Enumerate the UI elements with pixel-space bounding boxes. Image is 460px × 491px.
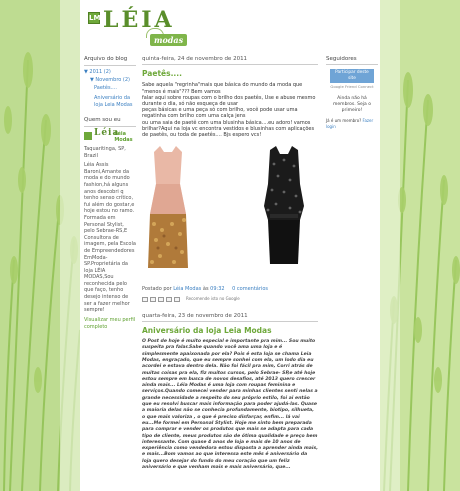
logo-mark: LM [88,12,101,24]
logo-tag: modas [150,34,188,46]
archive-post-link[interactable]: Aniversário da loja Leia Modas [84,95,136,109]
posted-by-label: Postado por [142,286,172,293]
archive-title: Arquivo do blog [84,56,136,66]
dress-photos [148,146,304,269]
no-members-text: Ainda não há membros. Seja o primeiro! [333,96,371,113]
post-line: falar aqui sobre roupas com o brilho dos… [142,94,316,108]
profile-location: Taquaritinga, SP, Brazil [84,146,126,159]
member-question: Já é um membro? Fazer login [326,118,378,130]
about-title: Quem sou eu [84,117,136,127]
archive-month-november[interactable]: ▼ Novembro (2) [84,77,136,84]
author-link[interactable]: Léia Modas [173,286,201,292]
post-2: quarta-feira, 23 de novembro de 2011 Ani… [142,313,318,472]
member-question-text: Já é um membro? [326,118,362,123]
blog-archive: ▼ 2011 (2) ▼ Novembro (2) Paetês.... Ani… [84,69,136,109]
main-content: quinta-feira, 24 de novembro de 2011 Pae… [142,56,318,471]
post-title[interactable]: Paetês.... [142,70,318,78]
post-line: peças básicas e uma peça só com brilho, … [142,107,298,120]
comments-link[interactable]: 0 comentários [232,286,268,292]
post-time-link[interactable]: 09:32 [210,286,224,292]
blog-header: LM LÉIA modas [80,0,380,52]
share-bar: Recomende isto no Google [142,296,318,303]
blog-logo[interactable]: LM LÉIA modas [88,7,198,50]
view-profile-link[interactable]: Visualizar meu perfil completo [84,317,136,331]
grass-background-right [378,0,460,491]
post-line: Sabe aquela "regrinha"mais que básica do… [142,82,303,95]
grass-background-left [0,0,82,491]
post-body: O Post de hoje é muito especial e import… [142,339,318,470]
profile-header: Léia Léia Modas [84,129,136,143]
post-body: Sabe aquela "regrinha"mais que básica do… [142,82,318,138]
archive-post-link[interactable]: Paetês.... [84,85,136,92]
profile-description: Léia Assis Baroni,Amante da moda e do mu… [84,162,136,314]
sequin-dress-pink-image [148,146,188,269]
post-line: de paetês, ou toda de paetês.... Bjs esp… [142,132,262,139]
logo-text: LÉIA [103,7,175,33]
post-images [142,144,318,280]
sequin-dress-black-image [264,146,304,265]
right-sidebar: Seguidores Participar deste site Google … [326,56,378,130]
post-line: ou uma saia de paetê com uma blusinha bá… [142,119,315,132]
profile-image[interactable]: Léia [84,129,118,143]
time-prefix: às [202,286,209,293]
follow-site-button[interactable]: Participar deste site [330,69,374,83]
followers-title: Seguidores [326,56,378,65]
post-footer: Postado por Léia Modas às 09:32 0 coment… [142,286,318,292]
archive-year-2011[interactable]: ▼ 2011 (2) [84,69,136,76]
blogthis-share-icon[interactable] [150,297,156,303]
post-date: quarta-feira, 23 de novembro de 2011 [142,313,318,322]
recommend-text: Recomende isto no Google [186,296,240,302]
twitter-share-icon[interactable] [158,297,164,303]
post-date: quinta-feira, 24 de novembro de 2011 [142,56,318,66]
facebook-share-icon[interactable] [166,297,172,303]
left-sidebar: Arquivo do blog ▼ 2011 (2) ▼ Novembro (2… [84,56,136,331]
post-title[interactable]: Aniversário da loja Leia Modas [142,326,318,334]
blog-page: LM LÉIA modas Arquivo do blog ▼ 2011 (2)… [80,0,380,491]
google-plus-one-icon[interactable] [174,297,180,303]
gfc-label: Google Friend Connect [330,84,374,89]
email-share-icon[interactable] [142,297,148,303]
